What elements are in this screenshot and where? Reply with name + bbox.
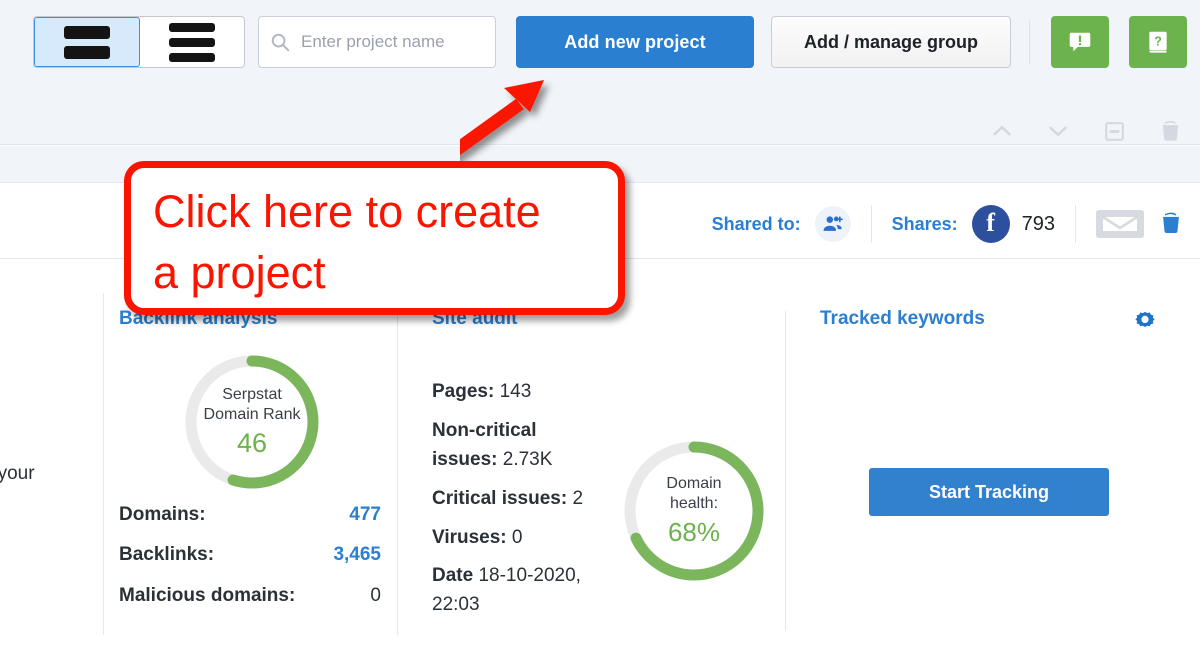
help-button[interactable]: ?	[1129, 16, 1187, 68]
shares-separator-1	[871, 205, 872, 243]
panel-divider-right	[785, 311, 786, 631]
facebook-letter: f	[986, 210, 995, 236]
audit-label: Viruses:	[432, 527, 507, 548]
stat-row-domains: Domains: 477	[119, 504, 381, 526]
audit-value: 143	[500, 381, 532, 402]
gear-icon[interactable]	[1131, 306, 1159, 334]
add-new-project-button[interactable]: Add new project	[516, 16, 754, 68]
shares-separator-2	[1075, 205, 1076, 243]
list-view-icon	[169, 23, 215, 62]
project-search-box[interactable]	[258, 16, 496, 68]
annotation-callout: Click here to create a project	[124, 161, 625, 315]
panel-divider-middle	[397, 315, 398, 635]
site-audit-stats: Pages: 143 Non-critical issues: 2.73K Cr…	[432, 378, 604, 630]
start-tracking-button[interactable]: Start Tracking	[869, 468, 1109, 516]
audit-line-noncritical: Non-critical issues: 2.73K	[432, 417, 604, 475]
help-book-icon: ?	[1145, 29, 1171, 55]
add-manage-group-button[interactable]: Add / manage group	[771, 16, 1011, 68]
audit-value: 2.73K	[503, 449, 553, 470]
feedback-icon	[1067, 29, 1093, 55]
stat-row-malicious-domains: Malicious domains: 0	[119, 585, 381, 607]
audit-line-critical: Critical issues: 2	[432, 485, 604, 514]
audit-label: Pages:	[432, 381, 494, 402]
clipped-left-text: r your	[0, 463, 35, 485]
minus-box-icon[interactable]	[1098, 115, 1130, 147]
grid-view-button[interactable]	[34, 17, 140, 67]
stat-key: Malicious domains:	[119, 585, 295, 607]
subtoolbar-actions	[986, 115, 1186, 147]
view-mode-toggle[interactable]	[33, 16, 245, 68]
shared-to-label: Shared to:	[712, 214, 801, 235]
search-icon	[269, 31, 291, 53]
people-add-icon	[822, 214, 844, 234]
list-view-button[interactable]	[140, 17, 244, 67]
stat-key: Domains:	[119, 504, 206, 526]
grid-view-icon	[64, 26, 110, 59]
facebook-icon[interactable]: f	[972, 205, 1010, 243]
search-input[interactable]	[299, 17, 485, 67]
shares-count: 793	[1022, 213, 1055, 236]
tracked-keywords-title: Tracked keywords	[820, 308, 985, 330]
svg-text:?: ?	[1154, 34, 1162, 48]
audit-line-pages: Pages: 143	[432, 378, 604, 407]
feedback-button[interactable]	[1051, 16, 1109, 68]
stat-row-backlinks: Backlinks: 3,465	[119, 544, 381, 566]
panel-divider-left	[103, 293, 104, 635]
email-icon[interactable]	[1096, 208, 1144, 240]
audit-label: Critical issues:	[432, 488, 567, 509]
stat-value: 477	[349, 504, 381, 526]
audit-value: 2	[572, 488, 583, 509]
domain-health-donut: Domain health: 68%	[620, 437, 768, 585]
shares-label: Shares:	[892, 214, 958, 235]
delete-project-icon[interactable]	[1158, 208, 1184, 240]
add-collaborator-icon[interactable]	[815, 206, 851, 242]
serpstat-domain-rank-donut: Serpstat Domain Rank 46	[182, 352, 322, 492]
audit-line-date: Date 18-10-2020, 22:03	[432, 562, 604, 620]
audit-label: Date	[432, 565, 473, 586]
chevron-down-icon[interactable]	[1042, 115, 1074, 147]
audit-line-viruses: Viruses: 0	[432, 524, 604, 553]
audit-value: 0	[512, 527, 523, 548]
donut-chart-health	[620, 437, 768, 585]
stat-value: 3,465	[333, 544, 381, 566]
stat-value: 0	[370, 585, 381, 607]
top-toolbar: Add new project Add / manage group ?	[0, 0, 1200, 86]
donut-chart-rank	[182, 352, 322, 492]
toolbar-separator	[1029, 20, 1030, 64]
annotation-text: Click here to create a project	[153, 182, 596, 304]
trash-icon[interactable]	[1154, 115, 1186, 147]
chevron-up-icon[interactable]	[986, 115, 1018, 147]
stat-key: Backlinks:	[119, 544, 214, 566]
